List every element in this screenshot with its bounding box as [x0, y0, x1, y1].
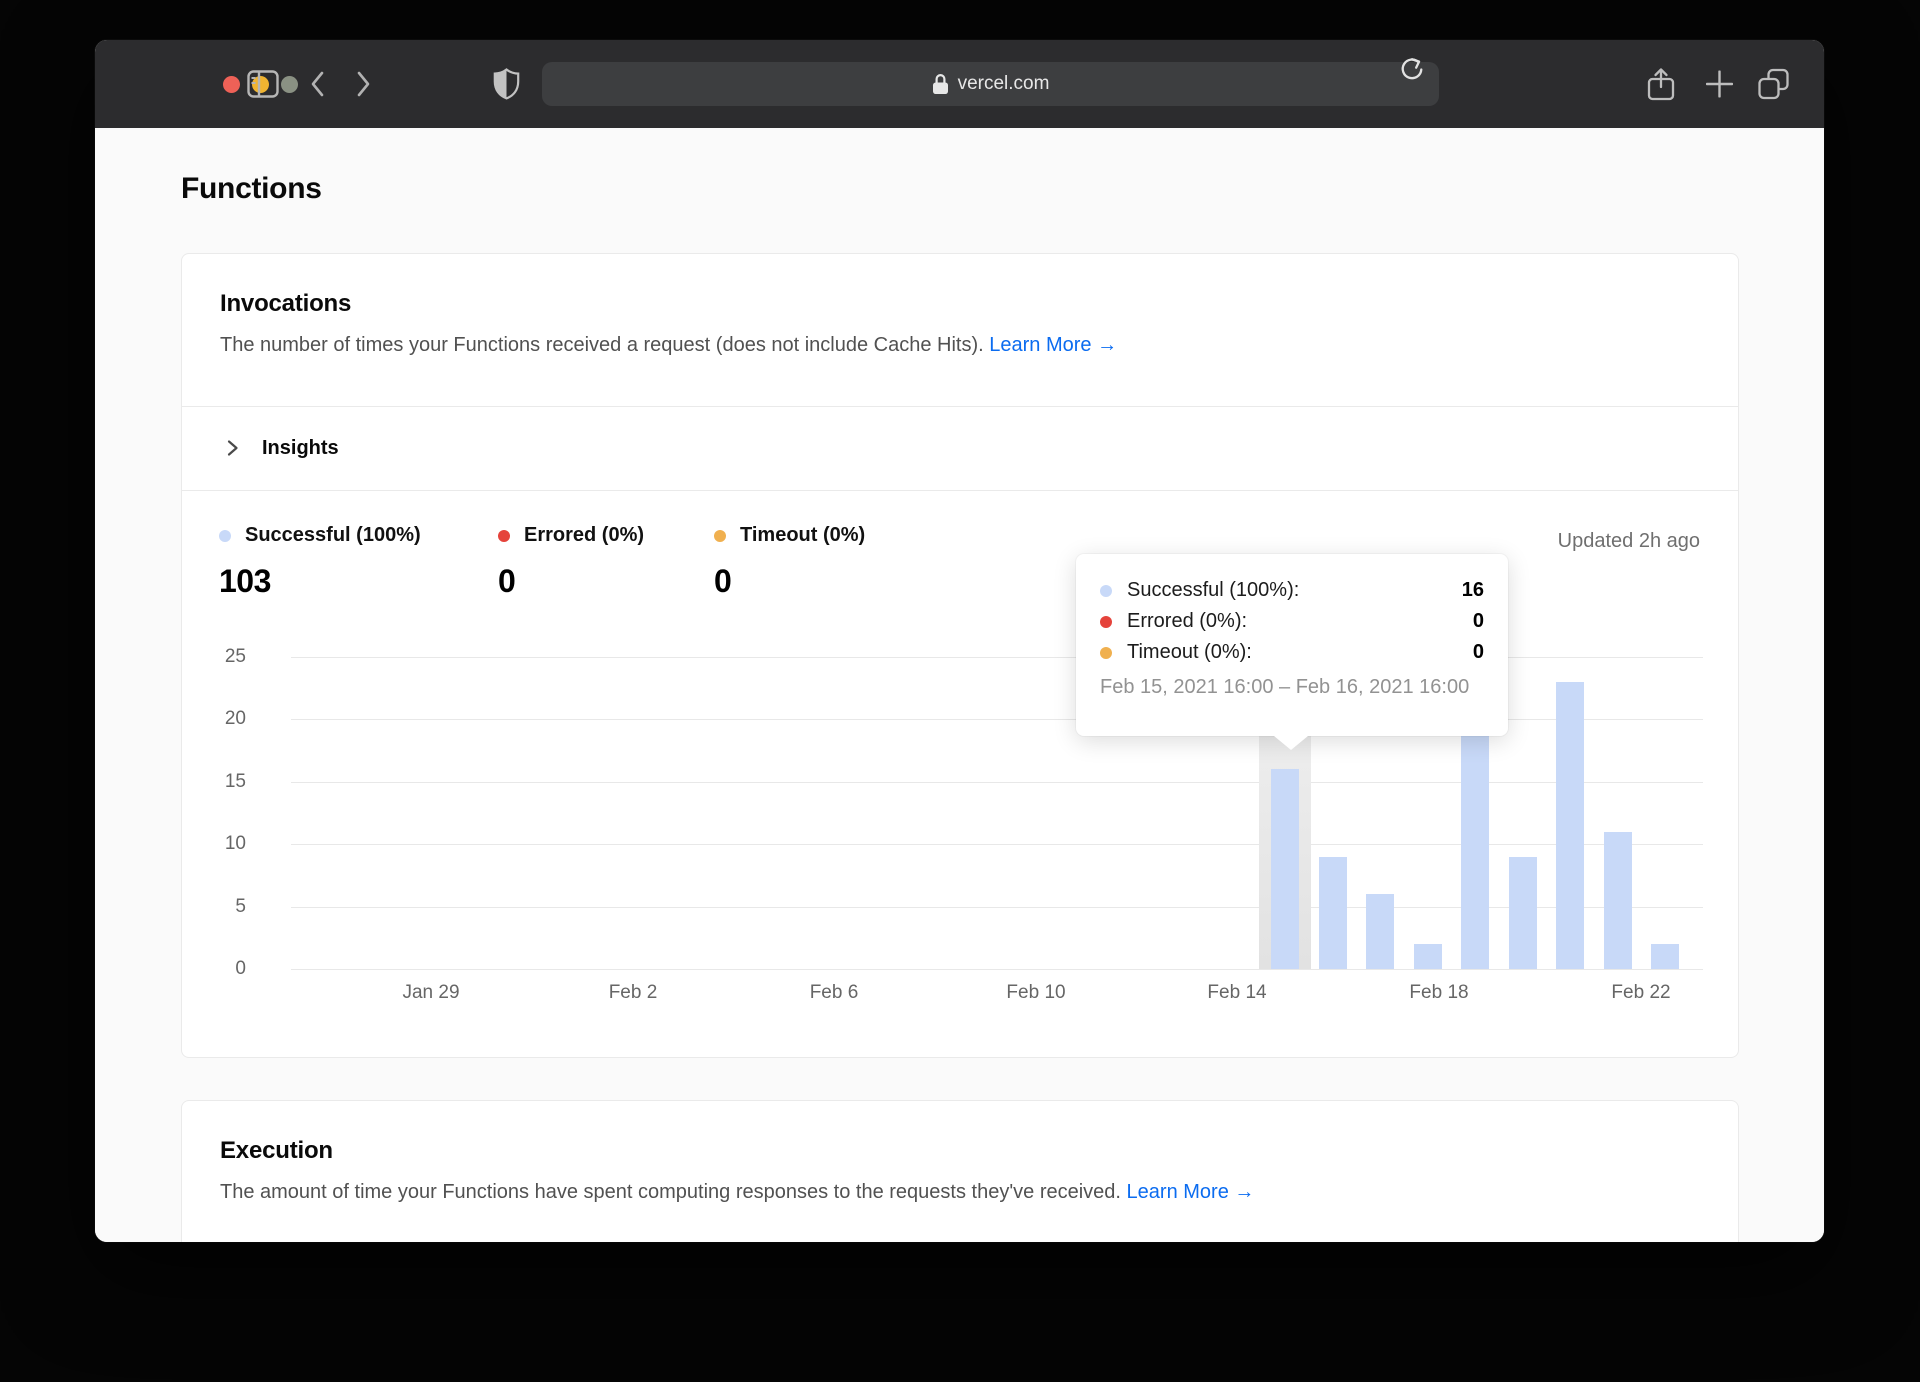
- address-bar[interactable]: vercel.com: [542, 62, 1439, 106]
- share-icon[interactable]: [1647, 67, 1675, 101]
- x-axis-tick-label: Feb 6: [810, 982, 859, 1004]
- x-axis-tick-label: Jan 29: [402, 982, 459, 1004]
- invocations-card: Invocations The number of times your Fun…: [181, 253, 1739, 1058]
- invocations-chart-section: Successful (100%) 103 Errored (0%) 0 Tim…: [182, 490, 1738, 1057]
- invocations-bar-feb-16[interactable]: [1319, 857, 1347, 969]
- invocations-learn-more-link[interactable]: Learn More →: [989, 334, 1117, 356]
- invocations-bar-feb-23[interactable]: [1651, 944, 1679, 969]
- reload-icon[interactable]: [1397, 54, 1427, 84]
- invocations-title: Invocations: [220, 290, 1700, 318]
- tooltip-label: Errored (0%):: [1127, 610, 1247, 633]
- execution-title: Execution: [220, 1137, 1700, 1165]
- tooltip-arrow: [1274, 736, 1308, 750]
- tab-overview-icon[interactable]: [1758, 69, 1789, 100]
- browser-window: vercel.com: [95, 40, 1824, 1242]
- errored-dot-icon: [1100, 616, 1112, 628]
- tooltip-row: Errored (0%): 0: [1100, 606, 1484, 637]
- chart-tooltip: Successful (100%): 16 Errored (0%): 0 Ti…: [1076, 554, 1508, 736]
- invocations-bar-feb-21[interactable]: [1556, 682, 1584, 969]
- timeout-dot-icon: [1100, 647, 1112, 659]
- tooltip-value: 16: [1462, 579, 1484, 602]
- execution-description-text: The amount of time your Functions have s…: [220, 1181, 1121, 1203]
- close-window-button[interactable]: [223, 76, 240, 93]
- x-axis-tick-label: Feb 14: [1207, 982, 1266, 1004]
- gridline: [291, 907, 1703, 908]
- y-axis-tick-label: 10: [182, 833, 246, 855]
- execution-card: Execution The amount of time your Functi…: [181, 1100, 1739, 1242]
- execution-learn-more-link[interactable]: Learn More →: [1127, 1181, 1255, 1203]
- invocations-description: The number of times your Functions recei…: [220, 334, 1700, 357]
- invocations-bar-feb-17[interactable]: [1366, 894, 1394, 969]
- execution-header: Execution The amount of time your Functi…: [182, 1101, 1738, 1204]
- privacy-shield-icon[interactable]: [493, 68, 520, 100]
- tooltip-label: Timeout (0%):: [1127, 641, 1252, 664]
- zoom-window-button[interactable]: [281, 76, 298, 93]
- x-axis-tick-label: Feb 18: [1409, 982, 1468, 1004]
- x-axis-tick-label: Feb 10: [1006, 982, 1065, 1004]
- back-icon[interactable]: [309, 70, 325, 98]
- invocations-description-text: The number of times your Functions recei…: [220, 334, 984, 356]
- tooltip-value: 0: [1473, 610, 1484, 633]
- insights-label: Insights: [262, 437, 339, 460]
- sidebar-toggle-icon[interactable]: [247, 70, 279, 98]
- execution-description: The amount of time your Functions have s…: [220, 1181, 1700, 1204]
- insights-row[interactable]: Insights: [182, 406, 1738, 490]
- gridline: [291, 844, 1703, 845]
- y-axis-tick-label: 0: [182, 958, 246, 980]
- page-title: Functions: [181, 172, 322, 206]
- url-text: vercel.com: [958, 73, 1050, 95]
- tooltip-row: Timeout (0%): 0: [1100, 637, 1484, 668]
- invocations-bar-feb-20[interactable]: [1509, 857, 1537, 969]
- invocations-header: Invocations The number of times your Fun…: [182, 254, 1738, 357]
- y-axis-tick-label: 15: [182, 771, 246, 793]
- y-axis-tick-label: 5: [182, 896, 246, 918]
- chevron-right-icon: [222, 438, 242, 458]
- gridline: [291, 782, 1703, 783]
- new-tab-icon[interactable]: [1706, 71, 1733, 98]
- tooltip-value: 0: [1473, 641, 1484, 664]
- y-axis-tick-label: 20: [182, 708, 246, 730]
- x-axis-tick-label: Feb 22: [1611, 982, 1670, 1004]
- gridline: [291, 969, 1703, 970]
- browser-titlebar: vercel.com: [95, 40, 1824, 128]
- secure-lock-icon: [932, 73, 949, 95]
- y-axis-tick-label: 25: [182, 646, 246, 668]
- tooltip-date-range: Feb 15, 2021 16:00 – Feb 16, 2021 16:00: [1100, 676, 1484, 699]
- invocations-bar-feb-18[interactable]: [1414, 944, 1442, 969]
- tooltip-label: Successful (100%):: [1127, 579, 1299, 602]
- tooltip-row: Successful (100%): 16: [1100, 575, 1484, 606]
- invocations-bar-feb-15[interactable]: [1271, 769, 1299, 969]
- page-content: Functions Invocations The number of time…: [95, 128, 1824, 1242]
- x-axis-tick-label: Feb 2: [609, 982, 658, 1004]
- invocations-bar-feb-19[interactable]: [1461, 732, 1489, 969]
- invocations-bar-feb-22[interactable]: [1604, 832, 1632, 969]
- successful-dot-icon: [1100, 585, 1112, 597]
- forward-icon[interactable]: [356, 70, 372, 98]
